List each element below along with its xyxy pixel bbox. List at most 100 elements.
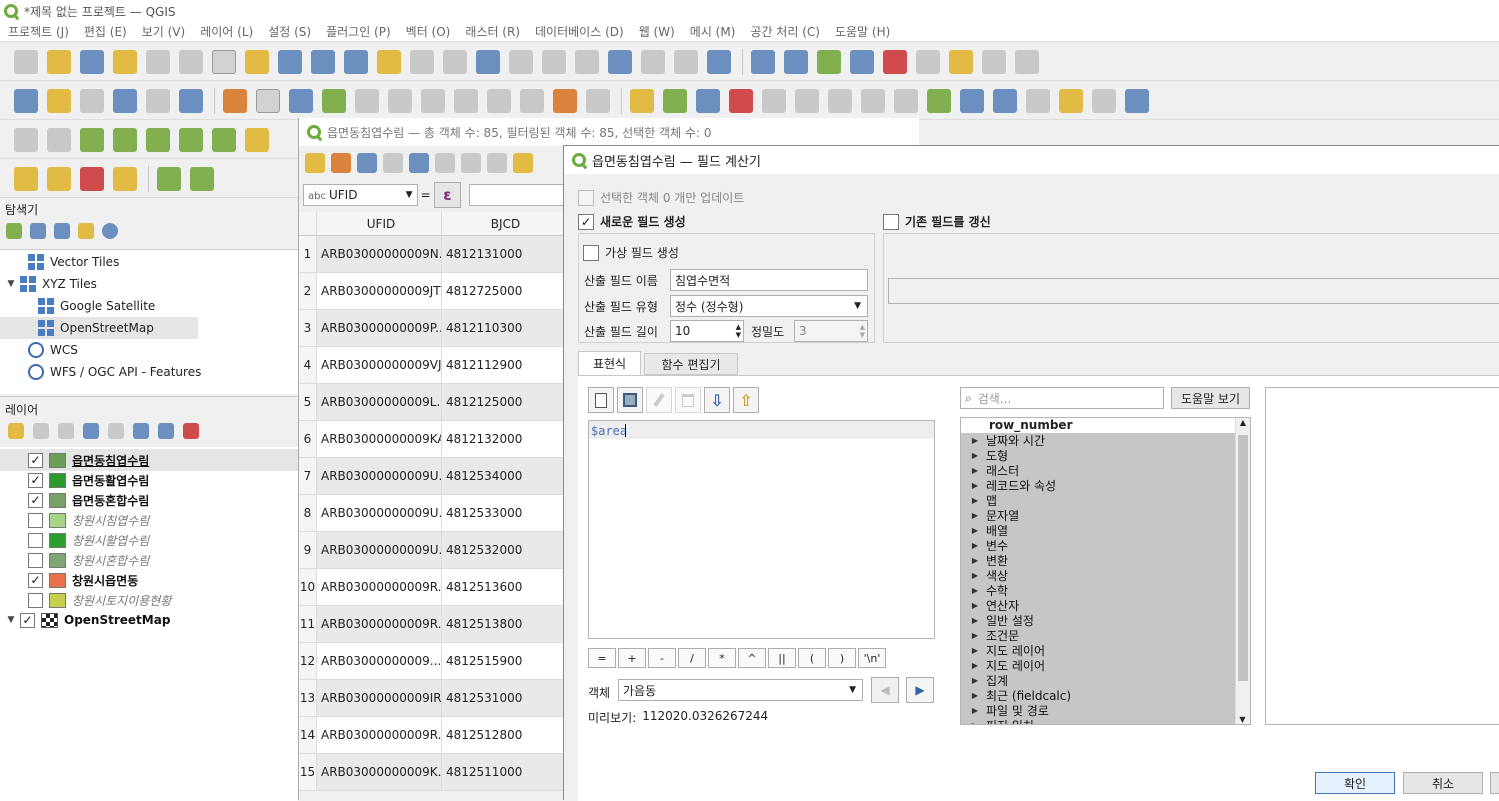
menu-item[interactable]: 데이터베이스 (D) (535, 23, 624, 40)
layer-symbol-swatch[interactable] (49, 512, 66, 528)
pan-to-selection-icon[interactable] (245, 49, 269, 74)
row-number[interactable]: 15 (299, 754, 317, 790)
expand-triangle-icon[interactable]: ▶ (968, 496, 982, 505)
cell-ufid[interactable]: ARB03000000009R... (317, 569, 442, 605)
new-map-view-icon[interactable] (542, 49, 566, 74)
cut-features-icon[interactable] (454, 88, 478, 113)
cell-ufid[interactable]: ARB03000000009IRX (317, 680, 442, 716)
edit-icon[interactable] (646, 387, 672, 413)
expand-all-icon[interactable] (133, 423, 149, 439)
add-selected-layers-icon[interactable] (6, 223, 22, 239)
zoom-last-icon[interactable] (476, 49, 500, 74)
cell-bjcd[interactable]: 4812110300 (442, 310, 569, 346)
style-brush-icon[interactable] (8, 423, 24, 439)
table-row[interactable]: 5 ARB03000000009L... 4812125000 (299, 384, 569, 421)
reload-icon[interactable] (383, 153, 403, 173)
georeferencer-icon[interactable] (927, 88, 951, 113)
zoom-in-icon[interactable] (278, 49, 302, 74)
expand-triangle-icon[interactable]: ▶ (968, 631, 982, 640)
delete-trash-icon[interactable] (675, 387, 701, 413)
filter-icon[interactable] (83, 423, 99, 439)
update-existing-field-checkbox[interactable] (883, 213, 899, 230)
table-row[interactable]: 15 ARB03000000009K... 4812511000 (299, 754, 569, 791)
previous-feature-button[interactable]: ◀ (871, 677, 899, 703)
new-file-icon[interactable] (588, 387, 614, 413)
cell-bjcd[interactable]: 4812112900 (442, 347, 569, 383)
tab-function-editor[interactable]: 함수 편집기 (644, 353, 738, 375)
table-row[interactable]: 14 ARB03000000009R... 4812512800 (299, 717, 569, 754)
copy-features-icon[interactable] (487, 88, 511, 113)
save-edits-icon[interactable] (357, 153, 377, 173)
expand-triangle-icon[interactable]: ▶ (968, 586, 982, 595)
browser-item-openstreetmap[interactable]: OpenStreetMap (0, 317, 198, 339)
row-number[interactable]: 7 (299, 458, 317, 494)
expand-triangle-icon[interactable]: ▶ (968, 721, 982, 724)
chevron-down-icon[interactable]: ▼ (4, 279, 18, 289)
next-feature-button[interactable]: ▶ (906, 677, 934, 703)
expand-triangle-icon[interactable]: ▶ (968, 676, 982, 685)
layer-symbol-swatch[interactable] (49, 552, 66, 568)
add-ring-icon[interactable] (80, 127, 104, 152)
table-row[interactable]: 2 ARB03000000009JT0 4812725000 (299, 273, 569, 310)
cell-ufid[interactable]: ARB03000000009VJ2 (317, 347, 442, 383)
expression-epsilon-icon[interactable]: ε (433, 182, 462, 208)
cell-ufid[interactable]: ARB03000000009R... (317, 717, 442, 753)
snapping-icon[interactable] (190, 166, 214, 191)
label-icon[interactable] (630, 88, 654, 113)
layer-visibility-checkbox[interactable] (28, 592, 43, 608)
menu-item[interactable]: 프로젝트 (J) (8, 23, 69, 40)
cell-bjcd[interactable]: 4812512800 (442, 717, 569, 753)
field-length-spinbox[interactable]: 10 ▲ ▼ (670, 320, 744, 342)
expand-triangle-icon[interactable]: ▶ (968, 511, 982, 520)
function-group[interactable]: ▶ 최근 (fieldcalc) (961, 688, 1235, 703)
layer-visibility-checkbox[interactable] (28, 532, 43, 548)
filter-expression-icon[interactable] (108, 423, 124, 439)
function-group[interactable]: ▶ 지도 레이어 (961, 658, 1235, 673)
cell-bjcd[interactable]: 4812532000 (442, 532, 569, 568)
new-3d-view-icon[interactable] (575, 49, 599, 74)
layer-symbol-swatch[interactable] (49, 472, 66, 488)
browser-item-google-satellite[interactable]: Google Satellite (38, 295, 155, 317)
expand-triangle-icon[interactable]: ▶ (968, 541, 982, 550)
refresh-icon[interactable] (30, 223, 46, 239)
table-row[interactable]: 12 ARB03000000009... 4812515900 (299, 643, 569, 680)
layer-symbol-swatch[interactable] (49, 532, 66, 548)
cell-bjcd[interactable]: 4812725000 (442, 273, 569, 309)
add-feature-icon[interactable] (409, 153, 429, 173)
function-group[interactable]: ▶ 수학 (961, 583, 1235, 598)
cell-bjcd[interactable]: 4812513800 (442, 606, 569, 642)
row-number[interactable]: 2 (299, 273, 317, 309)
function-group[interactable]: ▶ 색상 (961, 568, 1235, 583)
cancel-button[interactable]: 취소 (1403, 772, 1483, 794)
layer-symbol-swatch[interactable] (49, 452, 66, 468)
cell-ufid[interactable]: ARB03000000009JT0 (317, 273, 442, 309)
zoom-selection-icon[interactable] (377, 49, 401, 74)
locator-icon[interactable] (982, 49, 1006, 74)
open-attribute-table-icon[interactable] (784, 49, 808, 74)
function-list-scrollbar[interactable]: ▲ ▼ (1235, 418, 1250, 724)
scale-feature-icon[interactable] (47, 127, 71, 152)
browser-item-xyz-tiles[interactable]: ▼ XYZ Tiles (4, 273, 97, 295)
zoom-layer-icon[interactable] (410, 49, 434, 74)
operator-button[interactable]: ( (798, 648, 826, 668)
operator-button[interactable]: '\n' (858, 648, 886, 668)
toggle-editing-pencil-icon[interactable] (305, 153, 325, 173)
add-feature-icon[interactable] (322, 88, 346, 113)
text-annotation-icon[interactable] (1015, 49, 1039, 74)
expand-triangle-icon[interactable]: ▶ (968, 526, 982, 535)
diagram-icon[interactable] (663, 88, 687, 113)
table-row[interactable]: 6 ARB03000000009KAI 4812132000 (299, 421, 569, 458)
reshape-icon[interactable] (245, 127, 269, 152)
cell-bjcd[interactable]: 4812533000 (442, 495, 569, 531)
cell-ufid[interactable]: ARB03000000009N... (317, 236, 442, 272)
help-icon[interactable] (1125, 88, 1149, 113)
undo-icon[interactable] (553, 88, 577, 113)
zoom-native-icon[interactable] (443, 49, 467, 74)
cell-ufid[interactable]: ARB03000000009U... (317, 532, 442, 568)
only-selected-checkbox[interactable] (578, 189, 594, 206)
row-number[interactable]: 14 (299, 717, 317, 753)
menu-item[interactable]: 플러그인 (P) (326, 23, 391, 40)
scroll-thumb[interactable] (1238, 435, 1248, 681)
layer-item[interactable]: 창원시활엽수림 (28, 529, 149, 551)
function-group[interactable]: ▶ 문자열 (961, 508, 1235, 523)
